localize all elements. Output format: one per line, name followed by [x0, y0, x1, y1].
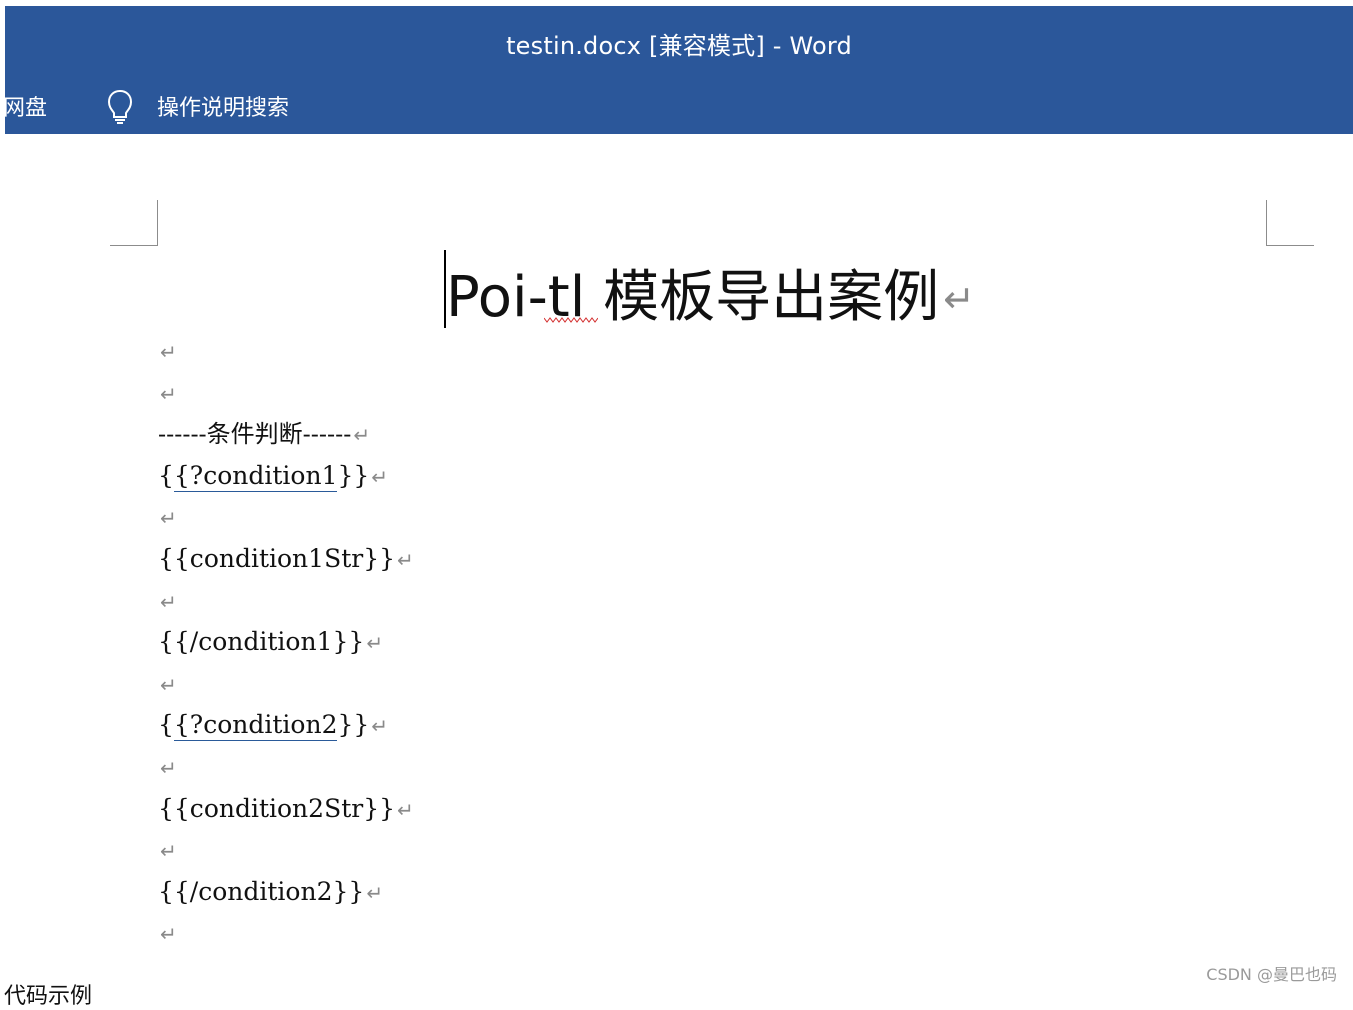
title-bar: testin.docx [兼容模式] - Word 网盘 操作说明搜索 — [3, 6, 1353, 134]
page-corner-marker-right — [1266, 200, 1314, 246]
template-tag-text: {{?condition2}} — [158, 710, 370, 742]
document-line[interactable]: ↵ — [158, 586, 177, 617]
tab-netdisk[interactable]: 网盘 — [3, 90, 47, 122]
document-line[interactable]: ↵ — [158, 835, 177, 866]
document-line[interactable]: {{condition2Str}} ↵ — [158, 794, 414, 825]
window-title: testin.docx [兼容模式] - Word — [506, 32, 852, 60]
template-tag-text: {{/condition1}} — [158, 627, 365, 657]
template-tag-text: {{condition2Str}} — [158, 793, 395, 823]
document-line[interactable]: {{/condition1}} ↵ — [158, 627, 383, 658]
paragraph-mark: ↵ — [366, 631, 384, 656]
document-title-line[interactable]: Poi-tl 模板导出案例 ↵ — [446, 252, 975, 333]
paragraph-mark: ↵ — [397, 797, 414, 822]
document-line[interactable]: {{?condition1}} ↵ — [158, 460, 389, 492]
template-tag-text: {{?condition1}} — [158, 460, 370, 492]
paragraph-mark: ↵ — [160, 922, 177, 947]
paragraph-mark: ↵ — [943, 277, 975, 321]
page-corner-marker-left — [110, 200, 158, 246]
lightbulb-icon[interactable] — [105, 86, 135, 126]
template-tag-text: {{/condition2}} — [158, 876, 365, 906]
document-line[interactable]: ↵ — [158, 752, 177, 783]
below-document-text: 代码示例 — [4, 984, 93, 1009]
paragraph-mark: ↵ — [160, 589, 177, 614]
document-line[interactable]: {{?condition2}} ↵ — [158, 710, 389, 742]
paragraph-mark: ↵ — [160, 839, 177, 864]
document-line[interactable]: ------条件判断------ ↵ — [158, 419, 370, 450]
document-line[interactable]: {{/condition2}} ↵ — [158, 877, 383, 908]
spellcheck-underline — [544, 317, 598, 323]
document-line[interactable]: {{condition1Str}} ↵ — [158, 544, 414, 575]
document-line[interactable]: ↵ — [158, 669, 177, 700]
paragraph-mark: ↵ — [397, 548, 414, 572]
tell-me-search[interactable]: 操作说明搜索 — [157, 90, 289, 122]
paragraph-mark: ↵ — [160, 672, 177, 697]
ribbon-tabs: 网盘 操作说明搜索 — [3, 84, 1353, 126]
paragraph-mark: ↵ — [371, 464, 389, 489]
paragraph-mark: ↵ — [160, 506, 177, 531]
document-line[interactable]: ↵ — [158, 502, 177, 533]
template-tag-text: {{condition1Str}} — [158, 544, 395, 573]
section-heading-text: ------条件判断------ — [158, 420, 352, 449]
document-line[interactable]: ↵ — [158, 918, 177, 949]
document-line[interactable]: ↵ — [158, 336, 177, 367]
paragraph-mark: ↵ — [160, 756, 177, 780]
paragraph-mark: ↵ — [160, 381, 177, 406]
paragraph-mark: ↵ — [371, 714, 389, 739]
paragraph-mark: ↵ — [160, 340, 177, 364]
document-title: Poi-tl 模板导出案例 — [446, 265, 940, 330]
document-line[interactable]: ↵ — [158, 378, 177, 409]
watermark: CSDN @曼巴也码 — [1206, 965, 1337, 984]
paragraph-mark: ↵ — [366, 880, 384, 905]
paragraph-mark: ↵ — [353, 423, 371, 448]
